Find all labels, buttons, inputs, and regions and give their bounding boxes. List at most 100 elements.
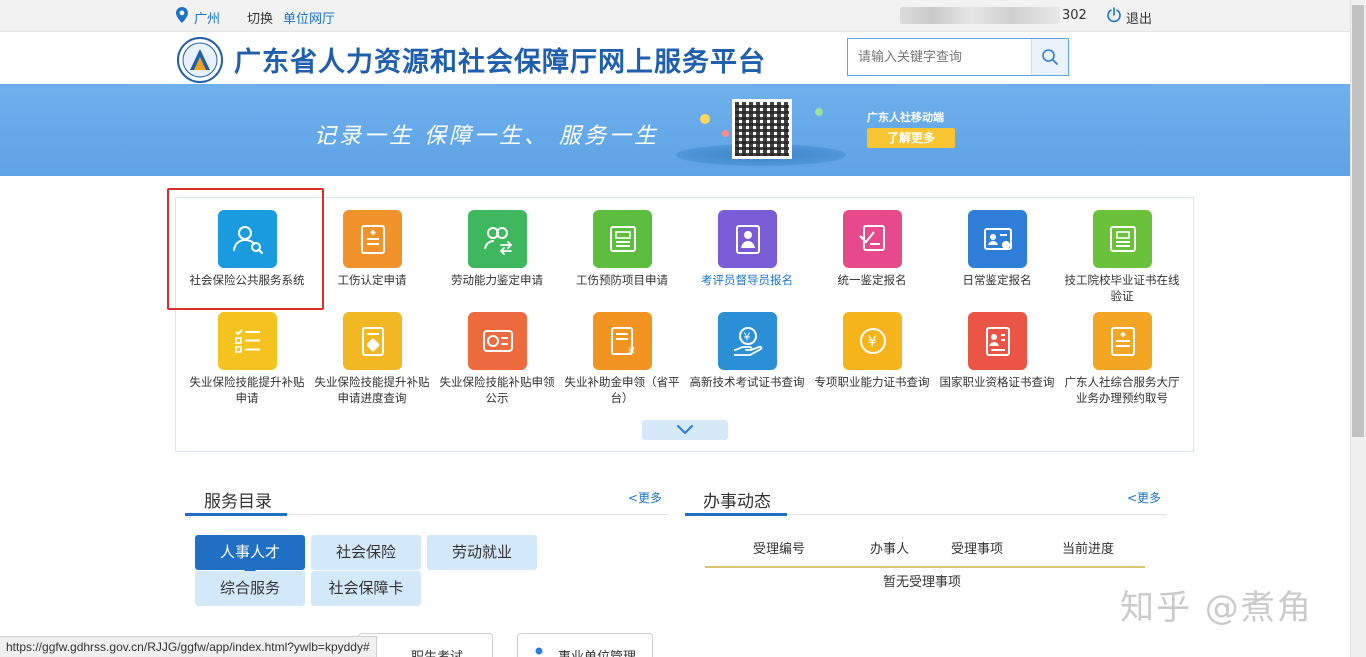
service-tile[interactable]: 广东人社综合服务大厅业务办理预约取号 (1060, 300, 1184, 405)
service-tile[interactable]: ¥ 失业补助金申领（省平台） (560, 300, 684, 405)
service-tile[interactable]: ¥ 专项职业能力证书查询 (810, 300, 934, 400)
column-header-applicant: 办事人 (870, 542, 910, 557)
column-header-progress: 当前进度 (1062, 542, 1115, 557)
id-card-icon (593, 210, 652, 268)
service-tile-label: 高新技术考试证书查询 (689, 375, 805, 389)
directory-title: 服务目录 (204, 492, 272, 512)
service-card-label: 职生考试 (411, 646, 463, 657)
business-table-header-line (705, 566, 1145, 568)
users-exchange-icon (468, 210, 527, 268)
service-tile-label: 工伤预防项目申请 (576, 273, 668, 287)
services-panel: 社会保险公共服务系统 工伤认定申请 劳动能力鉴定申请 工伤预防项目申请 考评员督导员报名… (175, 197, 1194, 452)
service-tile-label: 考评员督导员报名 (701, 273, 793, 287)
site-header: 广东省人力资源和社会保障厅网上服务平台 (0, 32, 1350, 84)
badge-person-icon (718, 210, 777, 268)
column-header-matter: 受理事项 (951, 542, 1004, 557)
category-tab-social-insurance[interactable]: 社会保险 (311, 535, 421, 570)
banner-slogan: 记录一生 保障一生、 服务一生 (314, 124, 659, 149)
appointment-document-icon (1093, 312, 1152, 370)
service-tile[interactable]: 国家职业资格证书查询 (935, 300, 1059, 400)
banner-dot-decoration (700, 114, 710, 124)
svg-text:¥: ¥ (867, 333, 877, 351)
service-tile[interactable]: 技工院校毕业证书在线验证 (1060, 198, 1184, 303)
service-tile[interactable]: 工伤预防项目申请 (560, 198, 684, 298)
service-tile[interactable]: 工伤认定申请 (310, 198, 434, 298)
search-input[interactable] (849, 40, 1031, 74)
certificate-check-icon (1093, 210, 1152, 268)
switch-label: 切换 (247, 12, 274, 27)
svg-text:¥: ¥ (743, 331, 750, 344)
top-bar: 广州 切换 单位网厅 302 退出 (0, 0, 1350, 32)
watermark: 知乎 @煮角 (1120, 588, 1313, 628)
hrss-logo-icon[interactable] (177, 37, 223, 83)
service-card-institution[interactable]: 事业单位管理 (517, 633, 653, 657)
certificate-person-icon (968, 312, 1027, 370)
category-tab-employment[interactable]: 劳动就业 (427, 535, 537, 570)
service-tile-label: 失业保险技能补贴申领公示 (439, 375, 555, 405)
service-tile[interactable]: 失业保险技能补贴申领公示 (435, 300, 559, 405)
user-name-suffix: 302 (1062, 8, 1087, 23)
service-tile-label: 专项职业能力证书查询 (814, 375, 930, 389)
mobile-app-title: 广东人社移动端 (867, 111, 944, 124)
banner-dot-decoration (722, 130, 729, 137)
service-tile-label: 统一鉴定报名 (837, 273, 907, 287)
category-tab-social-security-card[interactable]: 社会保障卡 (311, 571, 421, 606)
learn-more-button[interactable]: 了解更多 (867, 128, 955, 148)
highlight-annotation (167, 188, 324, 310)
banner-dot-decoration (815, 108, 823, 116)
chevron-down-icon (676, 424, 694, 435)
hand-coin-icon: ¥ (718, 312, 777, 370)
service-tile-label: 失业保险技能提升补贴申请 (189, 375, 305, 405)
svg-text:¥: ¥ (628, 345, 635, 358)
service-tile-label: 国家职业资格证书查询 (939, 375, 1055, 389)
category-tab-general-services[interactable]: 综合服务 (195, 571, 305, 606)
progress-query-icon (343, 312, 402, 370)
column-header-acceptance-no: 受理编号 (753, 542, 806, 557)
user-name-blurred (900, 7, 1060, 24)
logout-link[interactable]: 退出 (1126, 8, 1152, 27)
directory-more-link[interactable]: <更多 (628, 489, 662, 506)
business-divider-accent (685, 513, 787, 516)
signup-form-icon (843, 210, 902, 268)
location-pin-icon (176, 7, 188, 23)
business-title: 办事动态 (703, 492, 771, 512)
money-document-icon: ¥ (593, 312, 652, 370)
search-box (847, 38, 1069, 76)
city-link[interactable]: 广州 (194, 8, 220, 27)
service-tile-label: 广东人社综合服务大厅业务办理预约取号 (1064, 375, 1180, 405)
expand-more-button[interactable] (642, 420, 728, 440)
yuan-coin-icon: ¥ (843, 312, 902, 370)
person-icon (535, 647, 543, 655)
service-tile[interactable]: 考评员督导员报名 (685, 198, 809, 298)
search-icon (1042, 49, 1058, 65)
category-tab-personnel[interactable]: 人事人才 (195, 535, 305, 577)
business-empty-message: 暂无受理事项 (883, 575, 962, 590)
service-tile[interactable]: 失业保险技能提升补贴申请进度查询 (310, 300, 434, 405)
service-tile-label: 失业补助金申领（省平台） (564, 375, 680, 405)
subsidy-card-icon (468, 312, 527, 370)
service-card-exam[interactable]: 职生考试 (358, 633, 493, 657)
qr-code (732, 99, 792, 159)
service-tile-label: 劳动能力鉴定申请 (451, 273, 543, 287)
id-card-edit-icon (968, 210, 1027, 268)
business-more-link[interactable]: <更多 (1127, 489, 1161, 506)
service-tile-label: 工伤认定申请 (337, 273, 407, 287)
unit-hall-link[interactable]: 单位网厅 (283, 8, 335, 27)
service-tile[interactable]: 统一鉴定报名 (810, 198, 934, 298)
search-button[interactable] (1031, 39, 1068, 75)
site-title: 广东省人力资源和社会保障厅网上服务平台 (234, 47, 766, 78)
status-bar-url: https://ggfw.gdhrss.gov.cn/RJJG/ggfw/app… (0, 636, 377, 657)
service-card-label: 事业单位管理 (558, 646, 636, 657)
service-tile[interactable]: 失业保险技能提升补贴申请 (185, 300, 309, 405)
banner[interactable]: 记录一生 保障一生、 服务一生 广东人社移动端 了解更多 (0, 84, 1350, 176)
service-tile-label: 失业保险技能提升补贴申请进度查询 (314, 375, 430, 405)
document-plus-icon (343, 210, 402, 268)
scrollbar-thumb[interactable] (1352, 5, 1364, 437)
service-tile[interactable]: 日常鉴定报名 (935, 198, 1059, 298)
directory-divider-accent (185, 513, 287, 516)
checklist-icon (218, 312, 277, 370)
service-tile[interactable]: ¥ 高新技术考试证书查询 (685, 300, 809, 400)
power-icon[interactable] (1106, 7, 1122, 23)
service-tile-label: 日常鉴定报名 (962, 273, 1032, 287)
service-tile[interactable]: 劳动能力鉴定申请 (435, 198, 559, 298)
